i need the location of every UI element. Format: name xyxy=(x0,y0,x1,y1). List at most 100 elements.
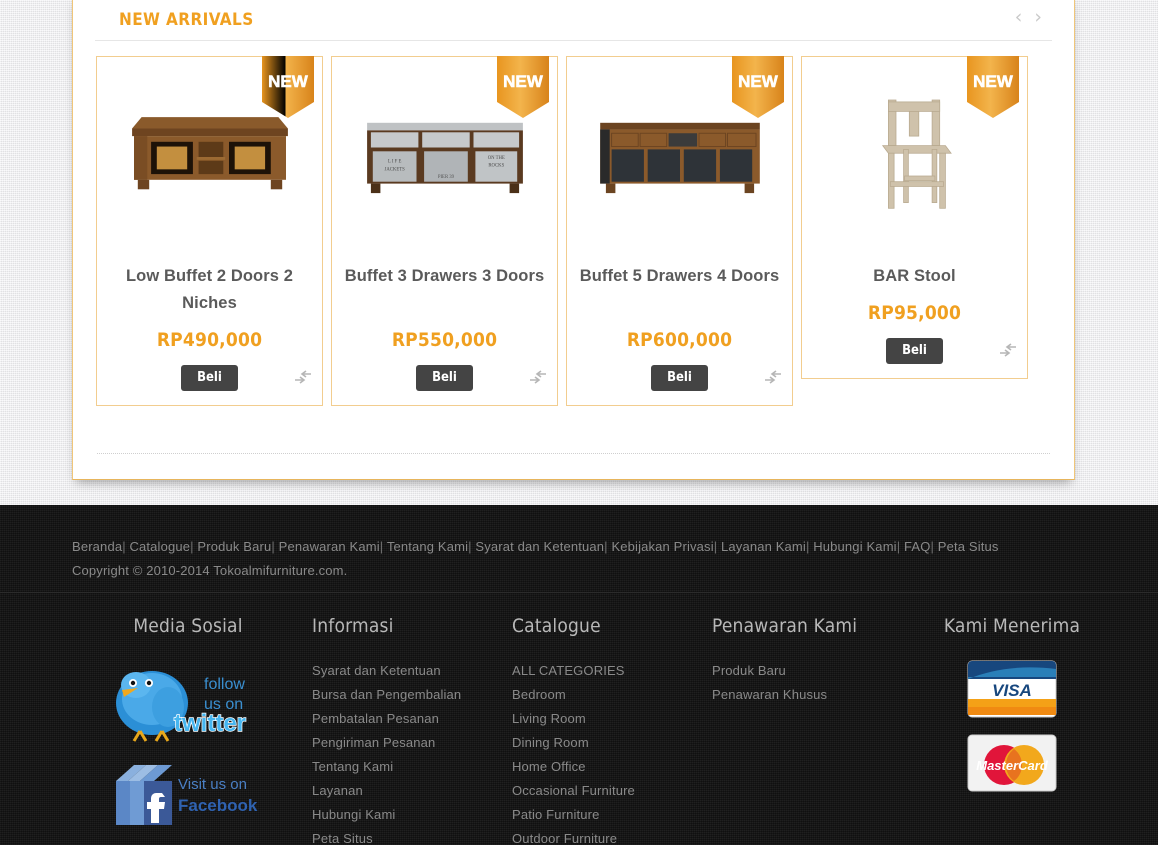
list-item[interactable]: Pengiriman Pesanan xyxy=(312,731,512,755)
footer-column-catalogue: Catalogue ALL CATEGORIES Bedroom Living … xyxy=(512,615,712,845)
section-divider xyxy=(97,453,1050,454)
footer-link-hubungi-kami[interactable]: Hubungi Kami xyxy=(813,539,896,554)
mastercard-wordmark: MasterCard xyxy=(976,758,1049,773)
svg-text:NEW: NEW xyxy=(973,72,1014,91)
footer-link-produk-baru[interactable]: Produk Baru xyxy=(197,539,271,554)
footer-column-heading-informasi: Informasi xyxy=(312,615,394,637)
new-badge-icon: NEW xyxy=(730,56,786,120)
product-image-wrap: NEW xyxy=(812,56,1019,257)
product-actions: Beli xyxy=(342,365,547,391)
page-title: NEW ARRIVALS xyxy=(119,10,254,30)
twitter-line1: follow xyxy=(204,676,245,693)
new-arrivals-panel: NEW ARRIVALS ‹ › NEW Low Buffet 2 Doors … xyxy=(72,0,1075,480)
svg-text:NEW: NEW xyxy=(738,72,779,91)
compare-icon[interactable] xyxy=(764,369,782,385)
page-content-area: NEW ARRIVALS ‹ › NEW Low Buffet 2 Doors … xyxy=(0,0,1158,506)
list-item[interactable]: Living Room xyxy=(512,707,712,731)
list-item[interactable]: Tentang Kami xyxy=(312,755,512,779)
list-item[interactable]: Dining Room xyxy=(512,731,712,755)
link-sep: | xyxy=(190,539,194,554)
link-sep: | xyxy=(713,539,718,554)
product-card[interactable]: NEW xyxy=(566,56,793,406)
catalogue-list: ALL CATEGORIES Bedroom Living Room Dinin… xyxy=(512,659,712,845)
product-title[interactable]: Buffet 3 Drawers 3 Doors xyxy=(342,263,547,317)
compare-icon[interactable] xyxy=(999,342,1017,358)
list-item[interactable]: Layanan xyxy=(312,779,512,803)
list-item[interactable]: Syarat dan Ketentuan xyxy=(312,659,512,683)
buy-button[interactable]: Beli xyxy=(886,338,943,364)
facebook-wordmark: Facebook xyxy=(178,796,258,815)
visa-wordmark: VISA xyxy=(992,681,1032,700)
list-item[interactable]: Outdoor Furniture xyxy=(512,827,712,845)
svg-text:NEW: NEW xyxy=(503,72,544,91)
carousel-prev-icon[interactable]: ‹ xyxy=(1013,8,1025,27)
carousel-nav: ‹ › xyxy=(1013,8,1044,27)
informasi-list: Syarat dan Ketentuan Bursa dan Pengembal… xyxy=(312,659,512,845)
product-card[interactable]: NEW xyxy=(801,56,1028,379)
carousel-next-icon[interactable]: › xyxy=(1032,8,1044,27)
buy-button[interactable]: Beli xyxy=(651,365,708,391)
product-card[interactable]: NEW xyxy=(331,56,558,406)
twitter-wordmark: twitter xyxy=(174,710,246,737)
footer-link-faq[interactable]: FAQ xyxy=(904,539,930,554)
facebook-visit-badge[interactable]: Visit us on Facebook xyxy=(72,751,312,833)
footer-column-heading-catalogue: Catalogue xyxy=(512,615,601,637)
footer-top-bar: Beranda| Catalogue| Produk Baru| Penawar… xyxy=(0,505,1158,593)
product-price: RP600,000 xyxy=(626,329,733,351)
product-card[interactable]: NEW xyxy=(96,56,323,406)
product-title[interactable]: Low Buffet 2 Doors 2 Niches xyxy=(107,263,312,317)
buy-button[interactable]: Beli xyxy=(181,365,238,391)
footer-column-heading-pembayaran: Kami Menerima xyxy=(943,615,1081,637)
svg-text:ON THE: ON THE xyxy=(487,156,504,161)
list-item[interactable]: ALL CATEGORIES xyxy=(512,659,712,683)
footer-column-social: Media Sosial follow us on twitter Visit … xyxy=(72,615,312,845)
new-badge-icon: NEW xyxy=(495,56,551,120)
footer-link-layanan-kami[interactable]: Layanan Kami xyxy=(721,539,806,554)
link-sep: | xyxy=(468,539,472,554)
facebook-icon: Visit us on Facebook xyxy=(116,765,258,825)
list-item[interactable]: Home Office xyxy=(512,755,712,779)
list-item[interactable]: Bursa dan Pengembalian xyxy=(312,683,512,707)
footer-link-penawaran-kami[interactable]: Penawaran Kami xyxy=(279,539,380,554)
twitter-bird-icon: follow us on twitter xyxy=(116,671,247,742)
twitter-follow-badge[interactable]: follow us on twitter xyxy=(72,659,312,745)
link-sep: | xyxy=(805,539,810,554)
site-footer: Beranda| Catalogue| Produk Baru| Penawar… xyxy=(0,505,1158,845)
product-price: RP95,000 xyxy=(867,302,962,324)
footer-link-beranda[interactable]: Beranda xyxy=(72,539,122,554)
penawaran-list: Produk Baru Penawaran Khusus xyxy=(712,659,912,707)
footer-columns: Media Sosial follow us on twitter Visit … xyxy=(0,593,1158,845)
product-actions: Beli xyxy=(107,365,312,391)
list-item[interactable]: Peta Situs xyxy=(312,827,512,845)
compare-icon[interactable] xyxy=(529,369,547,385)
footer-link-kebijakan-privasi[interactable]: Kebijakan Privasi xyxy=(611,539,713,554)
footer-column-heading-social: Media Sosial xyxy=(133,615,243,637)
product-price: RP550,000 xyxy=(391,329,498,351)
product-title[interactable]: BAR Stool xyxy=(812,263,1017,290)
link-sep: | xyxy=(896,539,901,554)
product-price: RP490,000 xyxy=(156,329,263,351)
svg-text:L I F E: L I F E xyxy=(387,160,401,165)
footer-link-catalogue[interactable]: Catalogue xyxy=(130,539,191,554)
visa-icon: VISA xyxy=(967,660,1057,718)
list-item[interactable]: Patio Furniture xyxy=(512,803,712,827)
footer-link-peta-situs[interactable]: Peta Situs xyxy=(938,539,999,554)
buy-button[interactable]: Beli xyxy=(416,365,473,391)
link-sep: | xyxy=(930,539,935,554)
footer-link-tentang-kami[interactable]: Tentang Kami xyxy=(387,539,468,554)
product-image-wrap: NEW xyxy=(342,56,549,257)
product-actions: Beli xyxy=(812,338,1017,364)
list-item[interactable]: Pembatalan Pesanan xyxy=(312,707,512,731)
list-item[interactable]: Penawaran Khusus xyxy=(712,683,912,707)
compare-icon[interactable] xyxy=(294,369,312,385)
new-badge-icon: NEW xyxy=(965,56,1021,120)
list-item[interactable]: Hubungi Kami xyxy=(312,803,512,827)
mastercard-icon: MasterCard xyxy=(967,734,1057,792)
product-title[interactable]: Buffet 5 Drawers 4 Doors xyxy=(577,263,782,317)
list-item[interactable]: Bedroom xyxy=(512,683,712,707)
footer-column-penawaran: Penawaran Kami Produk Baru Penawaran Khu… xyxy=(712,615,912,845)
list-item[interactable]: Occasional Furniture xyxy=(512,779,712,803)
list-item[interactable]: Produk Baru xyxy=(712,659,912,683)
footer-column-heading-penawaran: Penawaran Kami xyxy=(712,615,858,637)
footer-link-syarat-ketentuan[interactable]: Syarat dan Ketentuan xyxy=(475,539,604,554)
